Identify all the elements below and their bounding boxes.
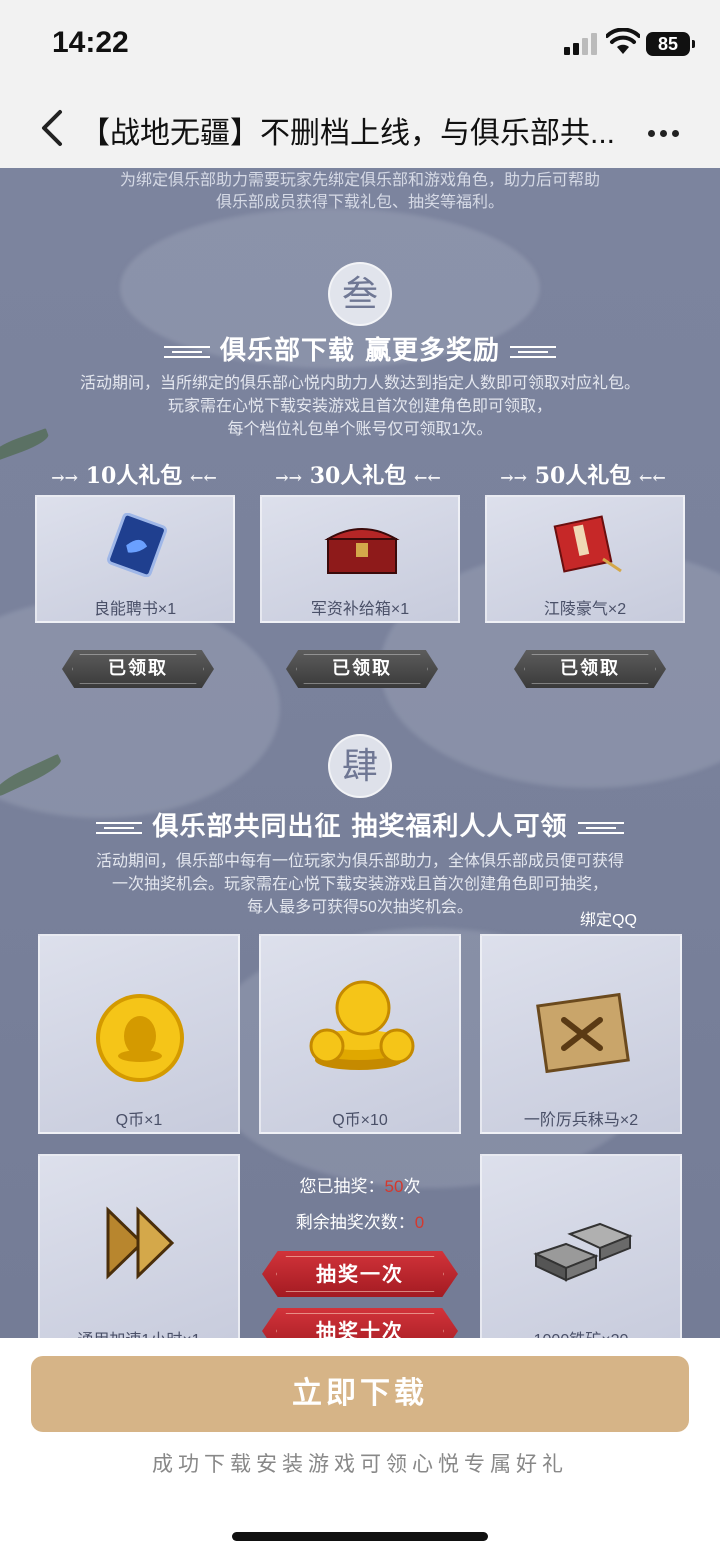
drawn-label: 您已抽奖：: [299, 1177, 385, 1196]
section3-heading: 俱乐部下载 赢更多奖励: [0, 330, 720, 367]
prize-card-speedup: 通用加速1小时×1: [38, 1154, 240, 1338]
claimed-button-30[interactable]: 已领取: [286, 650, 438, 688]
more-options-icon[interactable]: [648, 124, 688, 137]
supply-chest-icon: [324, 528, 400, 574]
section-badge-4: 肆: [328, 734, 392, 798]
download-hint: 成功下载安装游戏可领心悦专属好礼: [152, 1453, 568, 1476]
drawn-count-line: 您已抽奖：50次: [260, 1172, 460, 1197]
draw-ten-label: 抽奖十次: [316, 1319, 404, 1338]
nav-bar: 【战地无疆】不删档上线，与俱乐部共...: [0, 88, 720, 168]
qq-coin-icon: [96, 994, 184, 1082]
claimed-button-30-label: 已领取: [332, 658, 392, 679]
bind-qq-link[interactable]: 绑定QQ: [580, 906, 637, 930]
claimed-button-50[interactable]: 已领取: [514, 650, 666, 688]
section4-desc-1: 活动期间，俱乐部中每有一位玩家为俱乐部助力，全体俱乐部成员便可获得: [95, 853, 624, 870]
tier-label-50-text: 50人礼包: [534, 463, 632, 489]
status-time: 14:22: [52, 26, 129, 59]
page-title: 【战地无疆】不删档上线，与俱乐部共...: [80, 117, 616, 150]
claimed-button-10-label: 已领取: [108, 658, 168, 679]
prize-label-iron: 1000铁矿×20: [482, 1326, 680, 1338]
claimed-button-10[interactable]: 已领取: [62, 650, 214, 688]
section3-desc-2: 玩家需在心悦下载安装游戏且首次创建角色即可领取，: [167, 398, 552, 415]
tier-item-10: 良能聘书×1: [93, 601, 177, 618]
status-bar: 14:22 85: [0, 0, 720, 88]
tier-label-10: →→ 10人礼包 ←←: [51, 463, 217, 489]
activity-content[interactable]: 为绑定俱乐部助力需要玩家先绑定俱乐部和游戏角色，助力后可帮助 俱乐部成员获得下载…: [0, 168, 720, 1338]
jiangling-book-icon: [553, 515, 622, 573]
download-button[interactable]: 立即下载: [31, 1356, 689, 1432]
prize-card-qcoin-1: Q币×1: [38, 934, 240, 1134]
scroll-icon: [536, 992, 630, 1074]
tier-label-50: →→ 50人礼包 ←←: [500, 463, 666, 489]
recruit-letter-icon: [107, 513, 167, 577]
tier-label-30-text: 30人礼包: [309, 463, 407, 489]
cellular-signal-icon: [564, 33, 598, 55]
speedup-arrow-icon: [106, 1206, 175, 1280]
remaining-count: 0: [414, 1213, 425, 1232]
section4-desc-2: 一次抽奖机会。玩家需在心悦下载安装游戏且首次创建角色即可抽奖，: [111, 876, 608, 893]
remaining-label: 剩余抽奖次数：: [295, 1213, 415, 1232]
prize-label-qcoin-10: Q币×10: [332, 1112, 388, 1129]
qq-coin-stack-icon: [309, 980, 415, 1070]
intro-line-2: 俱乐部成员获得下载礼包、抽奖等福利。: [215, 194, 504, 211]
drawn-count: 50: [384, 1177, 404, 1196]
tier-item-50: 江陵豪气×2: [543, 601, 627, 618]
prize-label-qcoin-1: Q币×1: [115, 1112, 163, 1129]
draw-once-label: 抽奖一次: [316, 1262, 404, 1286]
prize-card-iron: 1000铁矿×20: [480, 1154, 682, 1338]
bottom-bar: 立即下载 成功下载安装游戏可领心悦专属好礼: [0, 1338, 720, 1559]
section-badge-3: 叁: [328, 262, 392, 326]
remaining-count-line: 剩余抽奖次数：0: [260, 1208, 460, 1233]
claimed-button-50-label: 已领取: [560, 658, 620, 679]
draw-once-button[interactable]: 抽奖一次: [262, 1251, 458, 1297]
tier-item-30: 军资补给箱×1: [310, 601, 410, 618]
section4-heading: 俱乐部共同出征 抽奖福利人人可领: [0, 806, 720, 843]
iron-ingot-icon: [533, 1222, 633, 1282]
prize-card-qcoin-10: Q币×10: [259, 934, 461, 1134]
prize-label-speedup: 通用加速1小时×1: [40, 1326, 238, 1338]
prize-card-training: 一阶厉兵秣马×2: [480, 934, 682, 1134]
section3-desc-3: 每个档位礼包单个账号仅可领取1次。: [227, 421, 493, 438]
prize-label-training: 一阶厉兵秣马×2: [523, 1112, 639, 1129]
intro-line-1: 为绑定俱乐部助力需要玩家先绑定俱乐部和游戏角色，助力后可帮助: [119, 172, 600, 189]
tier-card-30: 军资补给箱×1: [260, 495, 460, 623]
tier-label-10-text: 10人礼包: [85, 463, 183, 489]
drawn-unit: 次: [403, 1177, 421, 1196]
tier-card-10: 良能聘书×1: [35, 495, 235, 623]
home-indicator[interactable]: [232, 1532, 488, 1541]
section3-heading-text: 俱乐部下载 赢更多奖励: [219, 336, 501, 366]
section4-heading-text: 俱乐部共同出征 抽奖福利人人可领: [152, 812, 568, 842]
draw-ten-button[interactable]: 抽奖十次: [262, 1308, 458, 1338]
battery-icon: 85: [646, 32, 695, 56]
section3-desc-1: 活动期间，当所绑定的俱乐部心悦内助力人数达到指定人数即可领取对应礼包。: [79, 375, 640, 392]
tier-card-50: 江陵豪气×2: [485, 495, 685, 623]
back-icon[interactable]: [34, 106, 74, 150]
wifi-icon: [606, 28, 640, 54]
tier-label-30: →→ 30人礼包 ←←: [275, 463, 441, 489]
